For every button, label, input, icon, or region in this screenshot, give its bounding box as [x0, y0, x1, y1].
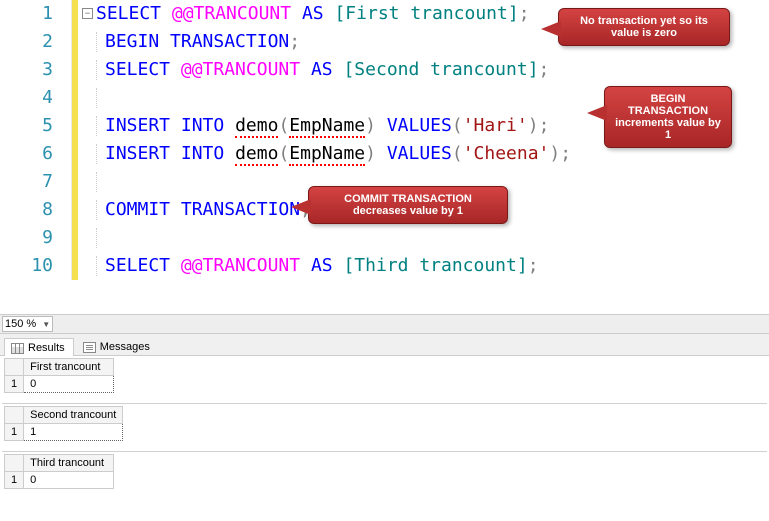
corner-cell[interactable] [5, 359, 24, 376]
line-number: 4 [0, 84, 71, 112]
annotation-callout: BEGIN TRANSACTION increments value by 1 [604, 86, 732, 148]
annotation-callout: COMMIT TRANSACTION decreases value by 1 [308, 186, 508, 224]
tab-messages[interactable]: Messages [76, 337, 159, 355]
line-number-gutter: 1 2 3 4 5 6 7 8 9 10 [0, 0, 72, 280]
column-header[interactable]: Third trancount [24, 455, 114, 472]
code-line[interactable]: SELECT @@TRANCOUNT AS [First trancount]; [96, 0, 571, 28]
line-number: 7 [0, 168, 71, 196]
row-number[interactable]: 1 [5, 472, 24, 489]
result-table[interactable]: First trancount 10 [4, 358, 114, 393]
result-table[interactable]: Third trancount 10 [4, 454, 114, 489]
column-header[interactable]: Second trancount [24, 407, 123, 424]
messages-icon [83, 342, 96, 353]
divider [2, 403, 767, 404]
result-cell[interactable]: 1 [24, 424, 123, 441]
code-line[interactable] [96, 84, 571, 112]
line-number: 6 [0, 140, 71, 168]
zoom-value: 150 % [5, 318, 36, 330]
result-grid: Third trancount 10 [4, 454, 765, 489]
line-number: 10 [0, 252, 71, 280]
corner-cell[interactable] [5, 455, 24, 472]
column-header[interactable]: First trancount [24, 359, 114, 376]
results-grid-icon [11, 343, 24, 354]
chevron-down-icon: ▼ [42, 320, 50, 329]
fold-toggle-icon[interactable]: − [82, 8, 93, 19]
result-cell[interactable]: 0 [24, 376, 114, 393]
line-number: 1 [0, 0, 71, 28]
tab-results[interactable]: Results [4, 338, 74, 356]
results-tabs: Results Messages [0, 334, 769, 356]
code-content[interactable]: SELECT @@TRANCOUNT AS [First trancount];… [96, 0, 571, 280]
row-number[interactable]: 1 [5, 424, 24, 441]
line-number: 5 [0, 112, 71, 140]
divider [2, 451, 767, 452]
row-number[interactable]: 1 [5, 376, 24, 393]
result-table[interactable]: Second trancount 11 [4, 406, 123, 441]
result-grid: First trancount 10 [4, 358, 765, 393]
line-number: 3 [0, 56, 71, 84]
zoom-bar: 150 % ▼ [0, 314, 769, 334]
tab-label: Messages [100, 341, 150, 353]
line-number: 9 [0, 224, 71, 252]
code-editor[interactable]: 1 2 3 4 5 6 7 8 9 10 − SELECT @@TRANCOUN… [0, 0, 769, 314]
result-grid: Second trancount 11 [4, 406, 765, 441]
annotation-callout: No transaction yet so its value is zero [558, 8, 730, 46]
code-line[interactable]: SELECT @@TRANCOUNT AS [Second trancount]… [96, 56, 571, 84]
results-panel: First trancount 10 Second trancount 11 T… [0, 356, 769, 521]
result-cell[interactable]: 0 [24, 472, 114, 489]
code-line[interactable]: INSERT INTO demo(EmpName) VALUES('Hari')… [96, 112, 571, 140]
tab-label: Results [28, 342, 65, 354]
code-line[interactable]: SELECT @@TRANCOUNT AS [Third trancount]; [96, 252, 571, 280]
change-indicator [72, 0, 78, 280]
zoom-dropdown[interactable]: 150 % ▼ [2, 316, 53, 332]
line-number: 2 [0, 28, 71, 56]
corner-cell[interactable] [5, 407, 24, 424]
code-line[interactable]: INSERT INTO demo(EmpName) VALUES('Cheena… [96, 140, 571, 168]
code-line[interactable]: BEGIN TRANSACTION; [96, 28, 571, 56]
line-number: 8 [0, 196, 71, 224]
code-line[interactable] [96, 224, 571, 252]
